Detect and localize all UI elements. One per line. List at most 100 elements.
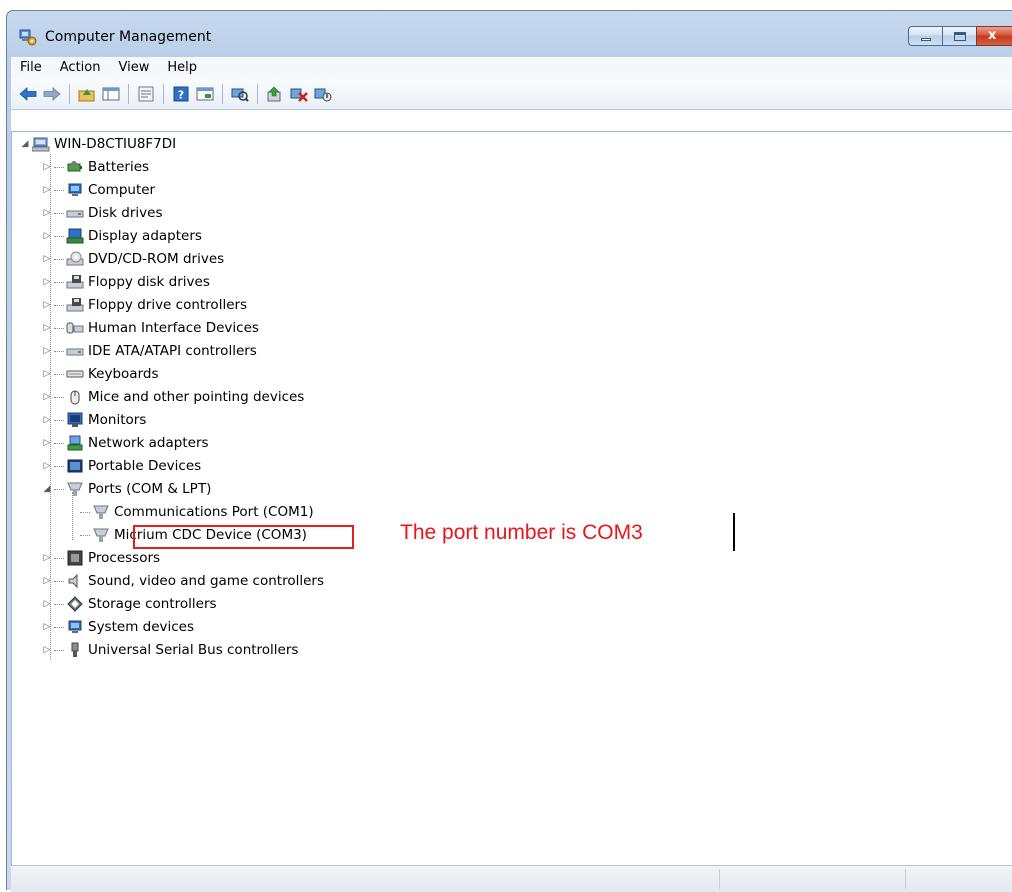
tree-item-usb-controllers[interactable]: ▷ Universal Serial Bus controllers	[42, 639, 299, 661]
tree-item-processors[interactable]: ▷ Processors	[42, 547, 161, 569]
expand-arrow-icon[interactable]: ▷	[42, 415, 52, 425]
tree-item-sound[interactable]: ▷ Sound, video and game controllers	[42, 570, 324, 592]
tree-item-label: System devices	[88, 619, 195, 635]
tree-item-network-adapters[interactable]: ▷ Network adapters	[42, 432, 209, 454]
expand-arrow-icon[interactable]: ▷	[42, 208, 52, 218]
display-adapter-icon	[66, 228, 84, 244]
tree-item-mice[interactable]: ▷ Mice and other pointing devices	[42, 386, 305, 408]
tree-item-floppy-drive-controllers[interactable]: ▷ Floppy drive controllers	[42, 294, 248, 316]
computer-management-window: Computer Management x File Action View H…	[6, 10, 1012, 892]
menu-view[interactable]: View	[109, 57, 158, 79]
port-icon	[92, 527, 110, 543]
forward-arrow-icon	[43, 87, 61, 101]
expand-arrow-icon[interactable]: ▷	[42, 323, 52, 333]
minimize-button[interactable]	[908, 26, 942, 46]
status-bar	[11, 865, 1012, 892]
uninstall-button[interactable]	[288, 83, 310, 105]
device-tree: ◢ WIN-D8CTIU8F7DI ▷ Batteries ▷ Computer…	[12, 132, 1012, 866]
expand-arrow-icon[interactable]: ▷	[42, 185, 52, 195]
close-icon: x	[988, 28, 997, 43]
expand-arrow-icon[interactable]: ▷	[42, 346, 52, 356]
tree-item-ide-controllers[interactable]: ▷ IDE ATA/ATAPI controllers	[42, 340, 257, 362]
toolbar-separator	[257, 84, 258, 104]
floppy-disk-icon	[66, 274, 84, 290]
mouse-icon	[66, 389, 84, 405]
expand-arrow-icon[interactable]: ▷	[42, 622, 52, 632]
tree-item-system-devices[interactable]: ▷ System devices	[42, 616, 194, 638]
port-icon	[66, 481, 84, 497]
tree-item-floppy-disk-drives[interactable]: ▷ Floppy disk drives	[42, 271, 210, 293]
annotation-text: The port number is COM3	[400, 521, 643, 544]
menu-file[interactable]: File	[11, 57, 51, 79]
network-adapter-icon	[66, 435, 84, 451]
tree-item-label: Floppy disk drives	[88, 274, 210, 290]
toolbar-separator	[163, 84, 164, 104]
expand-arrow-icon[interactable]: ▷	[42, 461, 52, 471]
expand-arrow-icon[interactable]: ▷	[42, 645, 52, 655]
expand-arrow-icon[interactable]: ▷	[42, 162, 52, 172]
processor-icon	[66, 550, 84, 566]
forward-button[interactable]	[41, 83, 63, 105]
console-button[interactable]	[194, 83, 216, 105]
help-button[interactable]: ?	[170, 83, 192, 105]
tree-item-label: Sound, video and game controllers	[88, 573, 324, 589]
tree-item-label: Network adapters	[88, 435, 209, 451]
text-cursor	[733, 513, 735, 551]
tree-item-portable-devices[interactable]: ▷ Portable Devices	[42, 455, 202, 477]
toolbar-separator	[128, 84, 129, 104]
expand-arrow-icon[interactable]: ▷	[42, 300, 52, 310]
highlight-box	[133, 525, 354, 549]
port-icon	[92, 504, 110, 520]
tree-item-dvd-drives[interactable]: ▷ DVD/CD-ROM drives	[42, 248, 225, 270]
tree-item-label: Processors	[88, 550, 161, 566]
update-driver-button[interactable]	[264, 83, 286, 105]
root-label: WIN-D8CTIU8F7DI	[54, 136, 177, 152]
computer-icon	[66, 182, 84, 198]
update-driver-icon	[267, 86, 281, 102]
disable-device-button[interactable]	[312, 83, 334, 105]
device-tree-pane[interactable]: ◢ WIN-D8CTIU8F7DI ▷ Batteries ▷ Computer…	[11, 131, 1012, 866]
properties-button[interactable]	[135, 83, 157, 105]
menu-help[interactable]: Help	[158, 57, 206, 79]
menu-bar: File Action View Help	[11, 57, 1012, 79]
up-folder-button[interactable]	[76, 83, 98, 105]
expand-arrow-icon[interactable]: ▷	[42, 392, 52, 402]
tree-item-batteries[interactable]: ▷ Batteries	[42, 156, 150, 178]
caption-buttons: x	[908, 26, 1012, 48]
menu-action[interactable]: Action	[51, 57, 110, 79]
expand-arrow-icon[interactable]: ▷	[42, 277, 52, 287]
close-button[interactable]: x	[976, 26, 1012, 46]
scan-hardware-button[interactable]	[229, 83, 251, 105]
title-bar[interactable]: Computer Management x	[7, 11, 1012, 57]
tree-root[interactable]: ◢ WIN-D8CTIU8F7DI	[20, 133, 177, 155]
tree-item-human-interface-devices[interactable]: ▷ Human Interface Devices	[42, 317, 259, 339]
tree-item-monitors[interactable]: ▷ Monitors	[42, 409, 147, 431]
tree-item-computer[interactable]: ▷ Computer	[42, 179, 156, 201]
tree-item-display-adapters[interactable]: ▷ Display adapters	[42, 225, 202, 247]
expand-arrow-icon[interactable]: ▷	[42, 576, 52, 586]
sound-icon	[66, 573, 84, 589]
collapse-arrow-icon[interactable]: ◢	[20, 139, 30, 149]
tree-item-ports[interactable]: ◢ Ports (COM & LPT)	[42, 478, 212, 500]
minimize-icon	[921, 38, 931, 41]
expand-arrow-icon[interactable]: ▷	[42, 438, 52, 448]
expand-arrow-icon[interactable]: ▷	[42, 254, 52, 264]
expand-arrow-icon[interactable]: ▷	[42, 369, 52, 379]
tree-item-label: DVD/CD-ROM drives	[88, 251, 225, 267]
tree-item-com1[interactable]: Communications Port (COM1)	[80, 501, 314, 523]
tree-item-label: Storage controllers	[88, 596, 217, 612]
expand-arrow-icon[interactable]: ▷	[42, 231, 52, 241]
expand-arrow-icon[interactable]: ▷	[42, 599, 52, 609]
tree-item-disk-drives[interactable]: ▷ Disk drives	[42, 202, 163, 224]
expand-arrow-icon[interactable]: ▷	[42, 553, 52, 563]
help-icon: ?	[173, 86, 189, 102]
show-hide-tree-button[interactable]	[100, 83, 122, 105]
maximize-button[interactable]	[942, 26, 976, 46]
toolbar-separator	[69, 84, 70, 104]
back-button[interactable]	[17, 83, 39, 105]
portable-device-icon	[66, 458, 84, 474]
tree-item-storage-controllers[interactable]: ▷ Storage controllers	[42, 593, 217, 615]
tree-item-keyboards[interactable]: ▷ Keyboards	[42, 363, 159, 385]
collapse-arrow-icon[interactable]: ◢	[42, 484, 52, 494]
monitor-icon	[66, 412, 84, 428]
